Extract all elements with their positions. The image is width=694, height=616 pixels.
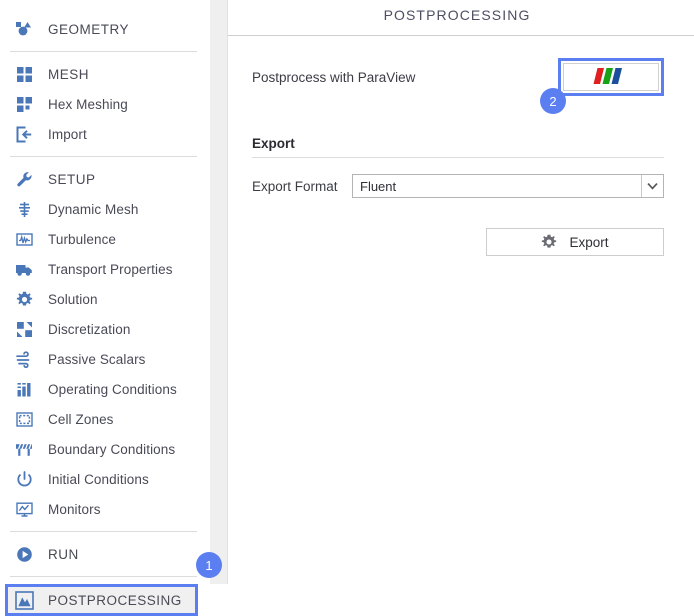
- sidebar-item-label: Hex Meshing: [48, 96, 128, 112]
- sidebar-scrollbar[interactable]: [209, 0, 228, 584]
- sidebar-group-mesh: MESH Hex Meshing Import: [0, 59, 209, 149]
- sidebar-item-turbulence[interactable]: Turbulence: [0, 224, 209, 254]
- sidebar-group-setup: SETUP Dynamic Mesh Turbulence Transport …: [0, 164, 209, 524]
- paraview-label: Postprocess with ParaView: [252, 69, 416, 85]
- sidebar-item-label: Passive Scalars: [48, 351, 146, 367]
- wrench-icon: [12, 167, 36, 191]
- mesh-grid-icon: [12, 62, 36, 86]
- sidebar-item-setup[interactable]: SETUP: [0, 164, 209, 194]
- import-icon: [12, 122, 36, 146]
- export-button-label: Export: [569, 234, 609, 250]
- sidebar-item-monitors[interactable]: Monitors: [0, 494, 209, 524]
- sidebar-item-label: Boundary Conditions: [48, 441, 176, 457]
- sidebar-item-import[interactable]: Import: [0, 119, 209, 149]
- sidebar-divider: [10, 156, 197, 157]
- discretization-icon: [12, 317, 36, 341]
- sidebar-item-run[interactable]: RUN: [0, 539, 209, 569]
- postprocess-with-paraview-button[interactable]: [563, 63, 659, 91]
- step-badge-1: 1: [196, 552, 222, 578]
- sidebar-group-run: RUN: [0, 539, 209, 569]
- sidebar-item-discretization[interactable]: Discretization: [0, 314, 209, 344]
- sidebar-item-label: Discretization: [48, 321, 131, 337]
- sidebar-item-initial-conditions[interactable]: Initial Conditions: [0, 464, 209, 494]
- cell-zones-icon: [12, 407, 36, 431]
- export-section-divider: [252, 157, 664, 158]
- sidebar-item-label: MESH: [48, 66, 90, 82]
- sidebar-navigation: GEOMETRY MESH Hex Meshing Import SETUP D…: [0, 0, 209, 616]
- wind-icon: [12, 347, 36, 371]
- export-format-select[interactable]: Fluent: [352, 174, 664, 198]
- paraview-logo-icon: [591, 65, 631, 90]
- sidebar-item-transport-properties[interactable]: Transport Properties: [0, 254, 209, 284]
- sidebar-item-label: Turbulence: [48, 231, 117, 247]
- main-content-pane: POSTPROCESSING Postprocess with ParaView: [228, 0, 694, 584]
- export-format-label: Export Format: [252, 178, 338, 194]
- sidebar-item-label: Initial Conditions: [48, 471, 149, 487]
- hex-meshing-icon: [12, 92, 36, 116]
- sidebar-item-label: RUN: [48, 546, 79, 562]
- sidebar-item-label: SETUP: [48, 171, 96, 187]
- sidebar-item-label: Import: [48, 126, 87, 142]
- application-window: GEOMETRY MESH Hex Meshing Import SETUP D…: [0, 0, 694, 616]
- export-format-value: Fluent: [360, 178, 397, 194]
- sidebar-item-label: Operating Conditions: [48, 381, 177, 397]
- dynamic-mesh-icon: [12, 197, 36, 221]
- monitor-icon: [12, 497, 36, 521]
- geometry-icon: [12, 17, 36, 41]
- sidebar-item-hex-meshing[interactable]: Hex Meshing: [0, 89, 209, 119]
- sidebar-item-label: GEOMETRY: [48, 21, 130, 37]
- sidebar-item-label: Solution: [48, 291, 98, 307]
- gear-icon: [12, 287, 36, 311]
- sidebar-item-boundary-conditions[interactable]: Boundary Conditions: [0, 434, 209, 464]
- sidebar-item-label: Monitors: [48, 501, 101, 517]
- step-badge-2: 2: [540, 88, 566, 114]
- power-clock-icon: [12, 467, 36, 491]
- sidebar-item-label: Transport Properties: [48, 261, 173, 277]
- page-title: POSTPROCESSING: [383, 7, 531, 23]
- paraview-button-highlight: [558, 58, 664, 96]
- sidebar-item-cell-zones[interactable]: Cell Zones: [0, 404, 209, 434]
- export-section-heading: Export: [252, 136, 295, 151]
- sidebar-item-geometry[interactable]: GEOMETRY: [0, 14, 209, 44]
- sidebar-item-label: POSTPROCESSING: [48, 592, 182, 608]
- sidebar-group-geometry: GEOMETRY: [0, 14, 209, 44]
- postprocessing-icon: [12, 588, 36, 612]
- export-button[interactable]: Export: [486, 228, 664, 256]
- paraview-row: Postprocess with ParaView: [252, 58, 664, 96]
- chevron-down-icon[interactable]: [641, 175, 663, 197]
- sidebar-item-mesh[interactable]: MESH: [0, 59, 209, 89]
- export-button-row: Export: [252, 228, 664, 256]
- sidebar-item-solution[interactable]: Solution: [0, 284, 209, 314]
- sidebar-item-operating-conditions[interactable]: Operating Conditions: [0, 374, 209, 404]
- export-format-row: Export Format Fluent: [252, 174, 664, 198]
- sidebar-item-label: Dynamic Mesh: [48, 201, 139, 217]
- sidebar-item-passive-scalars[interactable]: Passive Scalars: [0, 344, 209, 374]
- bar-chart-icon: [12, 377, 36, 401]
- gear-icon: [541, 234, 557, 250]
- title-divider: [228, 35, 694, 36]
- sidebar-divider: [10, 576, 197, 577]
- sidebar-item-dynamic-mesh[interactable]: Dynamic Mesh: [0, 194, 209, 224]
- turbulence-icon: [12, 227, 36, 251]
- barrier-icon: [12, 437, 36, 461]
- play-icon: [12, 542, 36, 566]
- sidebar-item-postprocessing[interactable]: POSTPROCESSING: [5, 584, 198, 616]
- sidebar-divider: [10, 531, 197, 532]
- sidebar-divider: [10, 51, 197, 52]
- postprocessing-form: Postprocess with ParaView Export Export …: [228, 58, 694, 256]
- truck-icon: [12, 257, 36, 281]
- sidebar-item-label: Cell Zones: [48, 411, 114, 427]
- sidebar-group-postprocessing: POSTPROCESSING: [0, 584, 209, 616]
